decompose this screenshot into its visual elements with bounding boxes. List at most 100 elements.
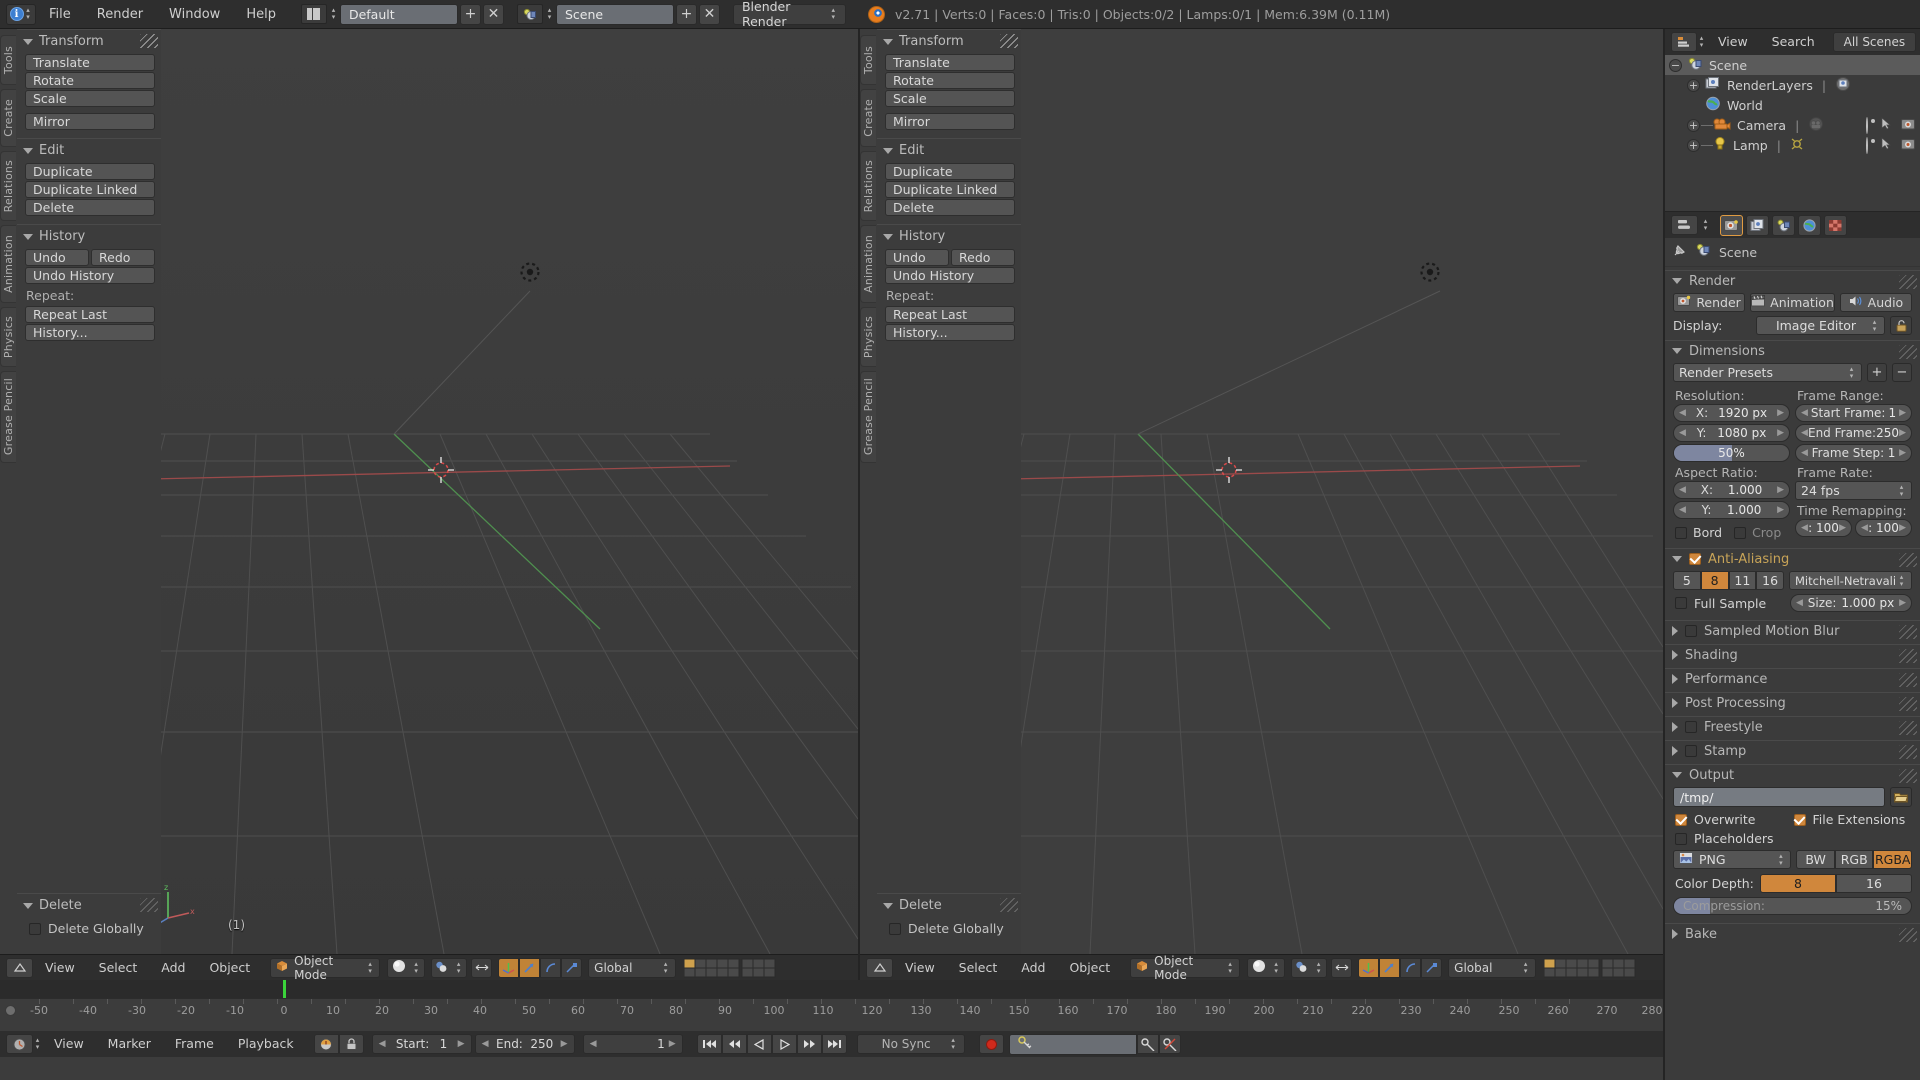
- viewport-menu-select-right[interactable]: Select: [947, 955, 1010, 981]
- panel-header-edit[interactable]: Edit: [17, 138, 161, 162]
- scale-manipulator-icon[interactable]: [1421, 958, 1442, 978]
- render-animation-button[interactable]: Animation: [1750, 293, 1835, 312]
- expand-icon[interactable]: +: [1687, 79, 1700, 92]
- crop-checkbox-row[interactable]: Crop: [1734, 525, 1781, 540]
- remap-new-field[interactable]: ◀: 100▶: [1855, 519, 1912, 537]
- editor-type-icon-right[interactable]: [866, 958, 893, 978]
- folder-icon[interactable]: [1890, 787, 1912, 807]
- orientation-selector-left[interactable]: Global ▴▾: [588, 958, 676, 978]
- outliner-row-world[interactable]: World: [1665, 95, 1920, 115]
- button-duplicate-right[interactable]: Duplicate: [885, 163, 1015, 180]
- lamp-visibility-toggle[interactable]: [1866, 138, 1868, 153]
- panel-header-dimensions[interactable]: Dimensions: [1665, 340, 1920, 361]
- timeline-editor-spinner[interactable]: ▴▾: [33, 1037, 42, 1051]
- render-presets-dropdown[interactable]: Render Presets ▴▾: [1673, 363, 1862, 382]
- rewind-icon[interactable]: [722, 1034, 747, 1054]
- play-reverse-icon[interactable]: [747, 1034, 772, 1054]
- expand-icon[interactable]: +: [1687, 139, 1700, 152]
- checkbox-delete-globally-row-right[interactable]: Delete Globally: [877, 917, 1021, 954]
- layer-grid-left[interactable]: [684, 958, 780, 978]
- timeline-scrub-area[interactable]: [0, 980, 1663, 998]
- tab-tools[interactable]: Tools: [0, 35, 16, 85]
- border-checkbox[interactable]: [1675, 527, 1687, 539]
- file-extensions-checkbox[interactable]: [1794, 814, 1806, 826]
- outliner-row-camera[interactable]: + Camera |: [1665, 115, 1920, 135]
- camera-selectable-toggle[interactable]: [1881, 117, 1892, 133]
- panel-header-history[interactable]: History: [17, 224, 161, 248]
- rotate-manipulator-icon[interactable]: [519, 958, 540, 978]
- color-depth-16[interactable]: 16: [1836, 874, 1912, 893]
- delete-screen-button[interactable]: ✕: [483, 4, 504, 25]
- lamp-data-icon[interactable]: [1789, 137, 1805, 154]
- jump-start-icon[interactable]: [697, 1034, 722, 1054]
- aa-sample-5[interactable]: 5: [1673, 571, 1701, 590]
- tab-create-right[interactable]: Create: [860, 89, 876, 147]
- color-mode-rgba[interactable]: RGBA: [1873, 850, 1912, 869]
- panel-header-bake[interactable]: Bake: [1665, 923, 1920, 944]
- expand-icon[interactable]: +: [1687, 119, 1700, 132]
- tab-physics[interactable]: Physics: [0, 307, 16, 367]
- sampled-motion-blur-checkbox[interactable]: [1685, 625, 1697, 637]
- insert-keyframe-icon[interactable]: [1137, 1034, 1159, 1054]
- start-frame-timeline-field[interactable]: ◀ Start: 1 ▶: [372, 1034, 472, 1054]
- button-duplicate[interactable]: Duplicate: [25, 163, 155, 180]
- button-mirror-right[interactable]: Mirror: [885, 113, 1015, 130]
- panel-header-stamp[interactable]: Stamp: [1665, 740, 1920, 761]
- menu-window[interactable]: Window: [156, 0, 233, 29]
- start-frame-field[interactable]: ◀Start Frame: 1▶: [1795, 404, 1912, 422]
- viewport-menu-view-left[interactable]: View: [33, 955, 87, 981]
- panel-header-output[interactable]: Output: [1665, 764, 1920, 785]
- placeholders-checkbox[interactable]: [1675, 833, 1687, 845]
- menu-help[interactable]: Help: [233, 0, 289, 29]
- output-path-field[interactable]: /tmp/: [1673, 787, 1885, 807]
- stamp-checkbox[interactable]: [1685, 745, 1697, 757]
- res-x-field[interactable]: ◀X: 1920 px▶: [1673, 404, 1790, 422]
- properties-tab-scene[interactable]: [1772, 215, 1795, 236]
- panel-header-delete-op[interactable]: Delete: [17, 893, 161, 917]
- aa-sample-16[interactable]: 16: [1756, 571, 1784, 590]
- button-mirror[interactable]: Mirror: [25, 113, 155, 130]
- shading-selector-left[interactable]: ▴▾: [387, 958, 425, 978]
- button-repeat-last-right[interactable]: Repeat Last: [885, 306, 1015, 323]
- mode-selector-right[interactable]: Object Mode ▴▾: [1130, 958, 1240, 978]
- rotate-manipulator-arc-icon[interactable]: [540, 958, 561, 978]
- timeline-menu-view[interactable]: View: [42, 1031, 96, 1057]
- button-repeat-last[interactable]: Repeat Last: [25, 306, 155, 323]
- panel-header-performance[interactable]: Performance: [1665, 668, 1920, 689]
- editor-type-properties-icon[interactable]: [1671, 215, 1698, 235]
- shading-selector-right[interactable]: ▴▾: [1247, 958, 1285, 978]
- frame-rate-dropdown[interactable]: 24 fps ▴▾: [1795, 481, 1912, 500]
- color-mode-rgb[interactable]: RGB: [1835, 850, 1874, 869]
- screen-layout-spinner[interactable]: ▴▾: [329, 7, 338, 21]
- delete-globally-checkbox-right[interactable]: [889, 923, 901, 935]
- pivot-selector-right[interactable]: ▴▾: [1291, 958, 1327, 978]
- aa-size-field[interactable]: ◀Size: 1.000 px▶: [1790, 594, 1912, 612]
- scene-spinner[interactable]: ▴▾: [545, 7, 554, 21]
- properties-editor-spinner[interactable]: ▴▾: [1701, 218, 1710, 232]
- resolution-percentage-slider[interactable]: 50%: [1673, 444, 1790, 462]
- camera-data-icon[interactable]: [1807, 117, 1825, 134]
- end-frame-timeline-field[interactable]: ◀ End: 250 ▶: [475, 1034, 575, 1054]
- button-rotate-right[interactable]: Rotate: [885, 72, 1015, 89]
- button-rotate[interactable]: Rotate: [25, 72, 155, 89]
- viewport-menu-add-right[interactable]: Add: [1009, 955, 1057, 981]
- display-mode-dropdown[interactable]: Image Editor ▴▾: [1756, 316, 1885, 335]
- full-sample-checkbox[interactable]: [1675, 597, 1687, 609]
- color-mode-bw[interactable]: BW: [1796, 850, 1835, 869]
- add-scene-button[interactable]: +: [676, 4, 697, 25]
- outliner-menu-search[interactable]: Search: [1760, 29, 1827, 55]
- panel-header-freestyle[interactable]: Freestyle: [1665, 716, 1920, 737]
- manipulator-toggle-right[interactable]: [1331, 958, 1352, 978]
- record-icon[interactable]: [979, 1034, 1004, 1054]
- file-format-dropdown[interactable]: PNG ▴▾: [1673, 850, 1791, 869]
- viewport-menu-view-right[interactable]: View: [893, 955, 947, 981]
- aspect-x-field[interactable]: ◀X: 1.000▶: [1673, 481, 1790, 499]
- properties-tab-world[interactable]: [1798, 215, 1821, 236]
- full-sample-checkbox-row[interactable]: Full Sample: [1673, 596, 1785, 611]
- button-scale-right[interactable]: Scale: [885, 90, 1015, 107]
- panel-header-history-right[interactable]: History: [877, 224, 1021, 248]
- viewport-menu-add-left[interactable]: Add: [149, 955, 197, 981]
- button-translate-right[interactable]: Translate: [885, 54, 1015, 71]
- tab-grease-pencil[interactable]: Grease Pencil: [0, 371, 16, 463]
- aa-filter-dropdown[interactable]: Mitchell-Netravali ▴▾: [1789, 571, 1912, 590]
